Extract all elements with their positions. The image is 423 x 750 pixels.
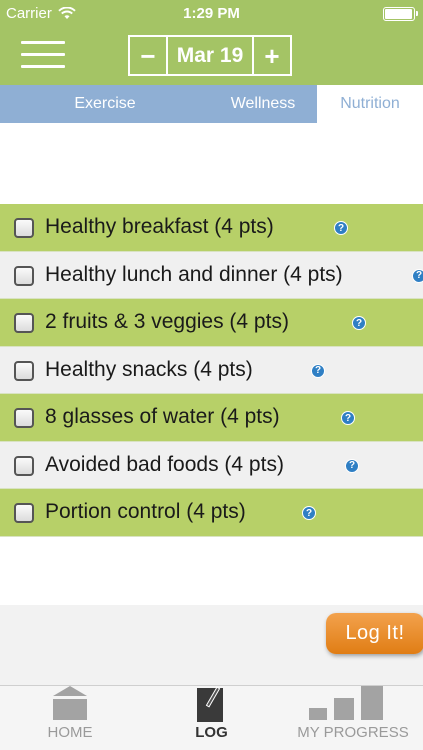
help-icon[interactable]: ?	[345, 458, 359, 473]
hamburger-line	[21, 41, 65, 44]
tab-wellness[interactable]: Wellness	[200, 85, 326, 123]
tabbar-label: LOG	[195, 724, 228, 741]
tabbar-label: HOME	[47, 724, 93, 741]
list-item[interactable]: Healthy snacks (4 pts) ?	[0, 346, 423, 394]
help-icon[interactable]: ?	[311, 363, 325, 378]
item-label: Portion control (4 pts)	[45, 500, 246, 524]
status-time: 1:29 PM	[183, 5, 240, 22]
tabbar-home[interactable]: HOME	[0, 686, 140, 750]
hamburger-icon[interactable]	[21, 41, 65, 69]
list-item[interactable]: Healthy breakfast (4 pts) ?	[0, 204, 423, 252]
item-label: 2 fruits & 3 veggies (4 pts)	[45, 310, 289, 334]
tabbar-label: MY PROGRESS	[297, 724, 409, 741]
tab-exercise[interactable]: Exercise	[40, 85, 170, 123]
status-bar: Carrier 1:29 PM	[0, 0, 423, 28]
checkbox[interactable]	[14, 503, 34, 523]
previous-day-button[interactable]: −	[128, 35, 168, 76]
help-icon[interactable]: ?	[341, 411, 355, 425]
bottom-tab-bar: HOME LOG MY PROGRESS	[0, 685, 423, 750]
nutrition-checklist: Healthy breakfast (4 pts) ? Healthy lunc…	[0, 204, 423, 537]
list-item[interactable]: 8 glasses of water (4 pts) ?	[0, 394, 423, 442]
progress-bars-icon	[309, 686, 383, 720]
list-item[interactable]: 2 fruits & 3 veggies (4 pts) ?	[0, 299, 423, 347]
category-tabs: Exercise Wellness Nutrition	[0, 85, 423, 123]
checkbox[interactable]	[14, 265, 34, 286]
hamburger-line	[21, 53, 65, 56]
item-label: 8 glasses of water (4 pts)	[45, 405, 280, 429]
checkbox[interactable]	[14, 360, 34, 381]
log-icon	[197, 686, 223, 722]
item-label: Healthy lunch and dinner (4 pts)	[45, 262, 343, 286]
help-icon[interactable]: ?	[412, 268, 423, 283]
checkbox[interactable]	[14, 408, 34, 428]
checkbox[interactable]	[14, 218, 34, 238]
item-label: Healthy snacks (4 pts)	[45, 357, 253, 381]
battery-icon	[383, 7, 418, 21]
tab-nutrition[interactable]: Nutrition	[317, 85, 423, 123]
hamburger-line	[21, 65, 65, 68]
tabbar-log[interactable]: LOG	[141, 686, 282, 750]
help-icon[interactable]: ?	[352, 316, 366, 330]
next-day-button[interactable]: +	[252, 35, 292, 76]
help-icon[interactable]: ?	[334, 221, 348, 235]
tabbar-my-progress[interactable]: MY PROGRESS	[283, 686, 423, 750]
checkbox[interactable]	[14, 455, 34, 476]
current-date: Mar 19	[168, 35, 252, 76]
date-stepper: − Mar 19 +	[128, 35, 292, 76]
list-item[interactable]: Healthy lunch and dinner (4 pts) ?	[0, 251, 423, 299]
checkbox[interactable]	[14, 313, 34, 333]
item-label: Healthy breakfast (4 pts)	[45, 215, 274, 239]
help-icon[interactable]: ?	[302, 506, 316, 520]
header: − Mar 19 +	[0, 28, 423, 85]
home-icon	[53, 686, 87, 720]
battery-level	[385, 9, 412, 19]
list-item[interactable]: Avoided bad foods (4 pts) ?	[0, 441, 423, 489]
list-item[interactable]: Portion control (4 pts) ?	[0, 489, 423, 537]
log-it-button[interactable]: Log It!	[326, 613, 423, 654]
item-label: Avoided bad foods (4 pts)	[45, 452, 284, 476]
